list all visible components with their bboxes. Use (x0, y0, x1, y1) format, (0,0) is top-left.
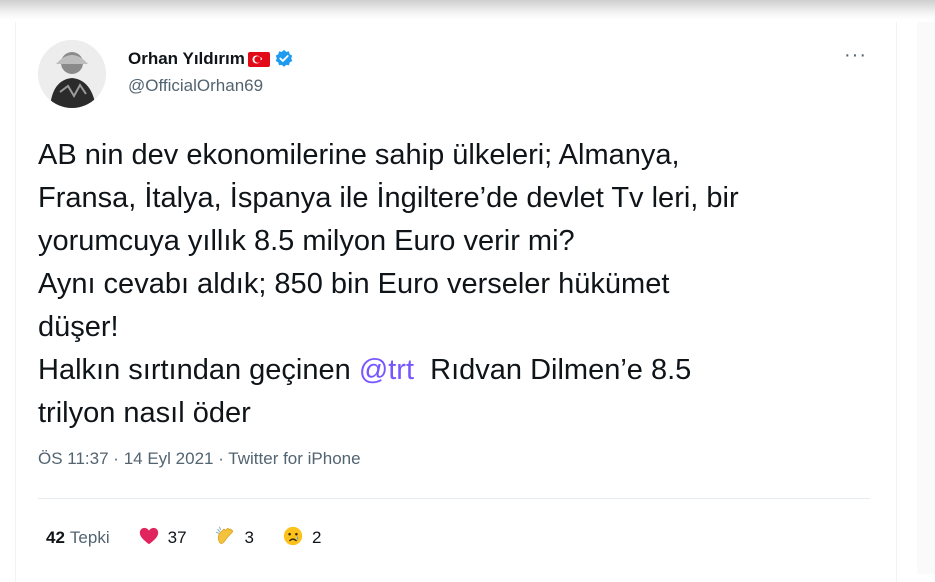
reactions-bar: 42 Tepki 37 3 2 (46, 526, 349, 550)
clapping-hands-icon (215, 525, 237, 552)
reaction-count: 2 (312, 528, 322, 547)
tweet-meta: ÖS 11:37 · 14 Eyl 2021 · Twitter for iPh… (38, 449, 361, 469)
divider (38, 498, 870, 499)
browser-top-shadow (0, 0, 935, 20)
page-scrollbar[interactable] (917, 22, 935, 574)
reaction-heart[interactable]: 37 (138, 525, 187, 552)
more-options-icon[interactable]: ··· (844, 44, 867, 67)
reaction-count: 37 (167, 528, 187, 547)
crying-face-icon (282, 525, 304, 552)
total-reactions-count[interactable]: 42 (46, 528, 65, 548)
tweet-time[interactable]: ÖS 11:37 (38, 449, 109, 468)
author-avatar[interactable] (38, 40, 106, 108)
red-heart-icon (138, 525, 160, 552)
turkey-flag-icon (247, 51, 270, 67)
reaction-clap[interactable]: 3 (215, 525, 254, 552)
tweet-text: AB nin dev ekonomilerine sahip ülkeleri;… (38, 134, 858, 435)
tweet-source[interactable]: Twitter for iPhone (228, 449, 360, 468)
verified-badge-icon (274, 49, 294, 69)
reaction-cry[interactable]: 2 (282, 525, 321, 552)
total-reactions-label[interactable]: Tepki (70, 528, 110, 548)
meta-separator: · (213, 449, 229, 468)
meta-separator: · (108, 449, 124, 468)
author-handle[interactable]: @OfficialOrhan69 (128, 76, 263, 96)
tweet-date[interactable]: 14 Eyl 2021 (124, 449, 214, 468)
mention-link-trt[interactable]: @trt (359, 354, 414, 386)
reaction-count: 3 (244, 528, 254, 547)
author-name[interactable]: Orhan Yıldırım (128, 49, 245, 69)
tweet-text-part: AB nin dev ekonomilerine sahip ülkeleri;… (38, 139, 739, 386)
